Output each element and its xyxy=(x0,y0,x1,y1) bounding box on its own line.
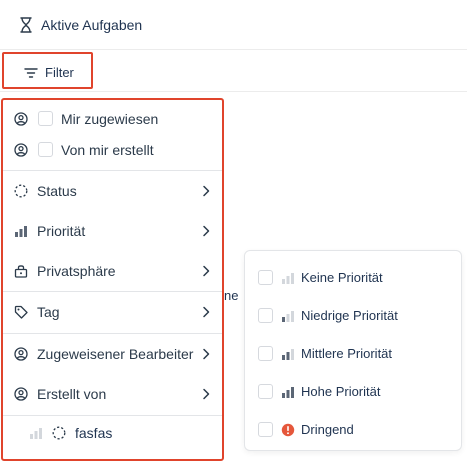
priority-none-checkbox[interactable] xyxy=(258,270,273,285)
chevron-right-icon xyxy=(203,348,210,360)
user-circle-icon xyxy=(14,347,28,361)
filter-button[interactable]: Filter xyxy=(2,52,93,89)
user-circle-icon xyxy=(14,112,28,126)
priority-medium-icon xyxy=(282,349,294,360)
background-partial-text: ne xyxy=(224,288,238,303)
priority-option-label: Dringend xyxy=(301,422,354,437)
priority-none-icon xyxy=(30,428,42,439)
filter-option-created-by-me[interactable]: Von mir erstellt xyxy=(3,137,222,163)
chevron-right-icon xyxy=(203,388,210,400)
chevron-right-icon xyxy=(203,185,210,197)
user-circle-icon xyxy=(14,143,28,157)
assigned-to-me-checkbox[interactable] xyxy=(38,111,53,126)
tag-icon xyxy=(14,305,28,319)
hourglass-icon xyxy=(20,17,32,33)
menu-item-priority[interactable]: Priorität xyxy=(3,211,222,251)
user-circle-icon xyxy=(14,387,28,401)
priority-option-label: Niedrige Priorität xyxy=(301,308,398,323)
priority-medium-checkbox[interactable] xyxy=(258,346,273,361)
priority-option-label: Hohe Priorität xyxy=(301,384,381,399)
menu-item-tag[interactable]: Tag xyxy=(3,292,222,332)
urgent-icon xyxy=(281,423,295,437)
priority-option-high[interactable]: Hohe Priorität xyxy=(245,373,461,411)
dashed-circle-icon xyxy=(14,184,28,198)
menu-item-status[interactable]: Status xyxy=(3,171,222,211)
menu-item-label: Status xyxy=(37,183,77,199)
menu-item-created-by[interactable]: Erstellt von xyxy=(3,374,222,414)
filter-button-label: Filter xyxy=(45,65,74,80)
priority-high-icon xyxy=(282,387,294,398)
priority-option-medium[interactable]: Mittlere Priorität xyxy=(245,335,461,373)
lock-icon xyxy=(14,265,28,278)
priority-none-icon xyxy=(282,273,294,284)
filter-bar: Filter xyxy=(0,50,467,92)
top-bar: Aktive Aufgaben xyxy=(0,0,467,50)
bar-signal-icon xyxy=(15,226,27,237)
priority-option-low[interactable]: Niedrige Priorität xyxy=(245,297,461,335)
menu-item-label: Erstellt von xyxy=(37,386,107,402)
menu-item-assignee[interactable]: Zugeweisener Bearbeiter xyxy=(3,334,222,374)
menu-item-label: Priorität xyxy=(37,223,86,239)
option-label: Von mir erstellt xyxy=(61,142,154,158)
priority-option-urgent[interactable]: Dringend xyxy=(245,411,461,449)
option-label: Mir zugewiesen xyxy=(61,111,159,127)
task-preview-row[interactable]: fasfas xyxy=(3,416,222,450)
priority-low-icon xyxy=(282,311,294,322)
priority-submenu: Keine Priorität Niedrige Priorität Mittl… xyxy=(244,250,462,451)
page-title[interactable]: Aktive Aufgaben xyxy=(41,17,142,33)
chevron-right-icon xyxy=(203,306,210,318)
priority-low-checkbox[interactable] xyxy=(258,308,273,323)
menu-item-label: Privatsphäre xyxy=(37,263,116,279)
priority-option-label: Keine Priorität xyxy=(301,270,383,285)
dashed-circle-icon xyxy=(52,426,66,440)
filter-option-assigned-to-me[interactable]: Mir zugewiesen xyxy=(3,106,222,132)
priority-urgent-checkbox[interactable] xyxy=(258,422,273,437)
created-by-me-checkbox[interactable] xyxy=(38,142,53,157)
filter-lines-icon xyxy=(24,68,38,78)
priority-option-none[interactable]: Keine Priorität xyxy=(245,259,461,297)
menu-item-label: Tag xyxy=(37,304,60,320)
chevron-right-icon xyxy=(203,265,210,277)
menu-item-label: Zugeweisener Bearbeiter xyxy=(37,346,194,362)
menu-item-privacy[interactable]: Privatsphäre xyxy=(3,251,222,291)
chevron-right-icon xyxy=(203,225,210,237)
task-title: fasfas xyxy=(75,425,113,441)
filter-dropdown: Mir zugewiesen Von mir erstellt Status P… xyxy=(1,98,224,461)
priority-option-label: Mittlere Priorität xyxy=(301,346,393,361)
priority-high-checkbox[interactable] xyxy=(258,384,273,399)
